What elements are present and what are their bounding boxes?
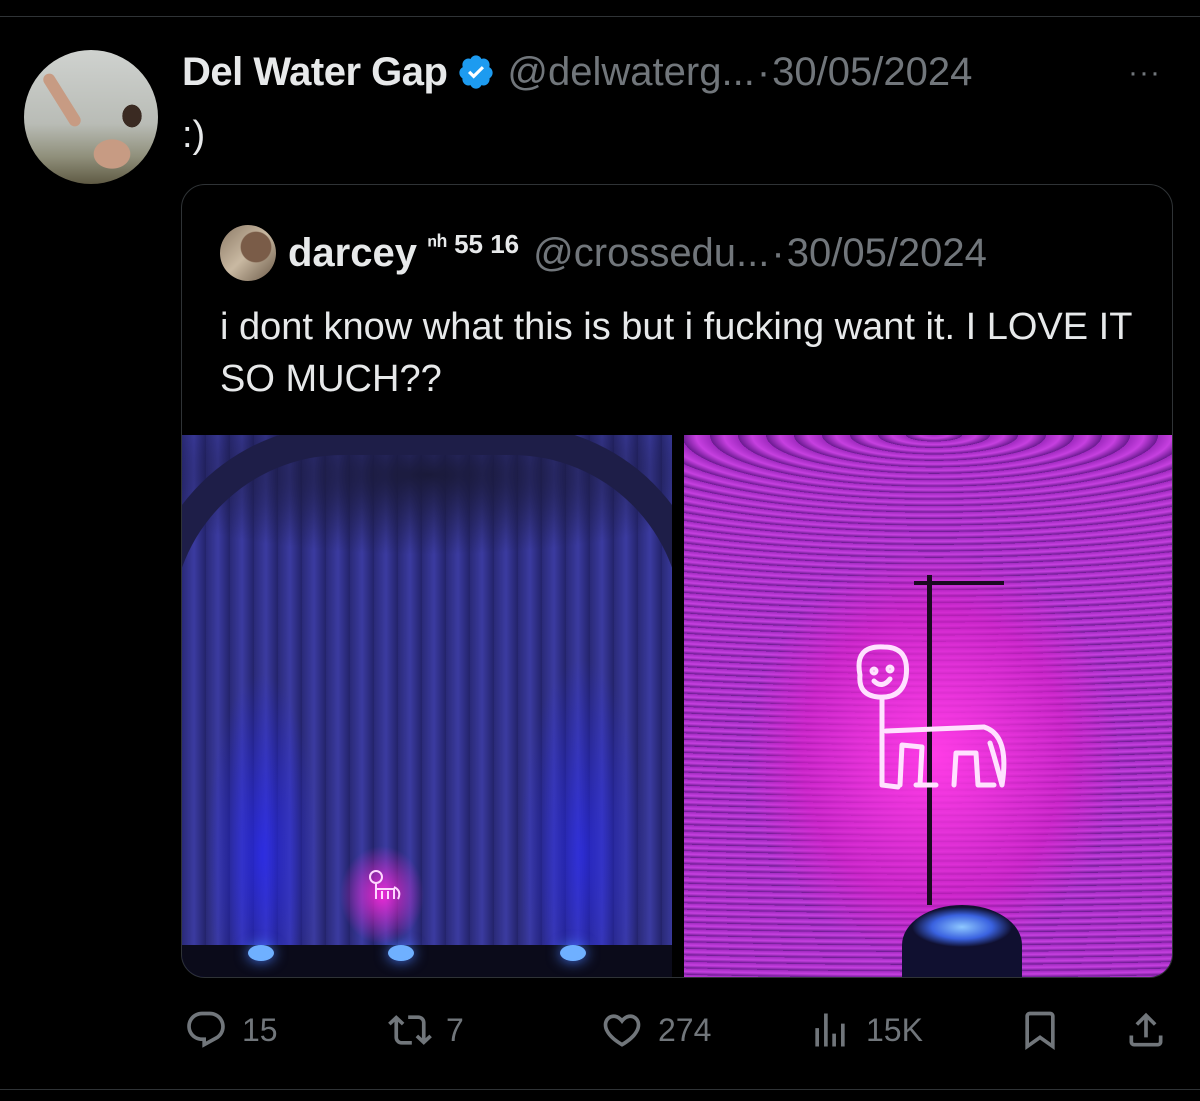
quoted-author-handle[interactable]: @crossedu... xyxy=(533,231,769,276)
share-icon xyxy=(1129,1012,1163,1047)
stage-light xyxy=(902,905,1022,977)
reply-icon xyxy=(187,1011,225,1048)
like-button[interactable]: 274 xyxy=(600,1000,711,1060)
author-name[interactable]: Del Water Gap xyxy=(182,50,448,95)
quoted-header: darcey ⁿʰ 55 16 @crossedu... · 30/05/202… xyxy=(220,225,987,281)
author-avatar[interactable] xyxy=(24,50,158,184)
share-button[interactable] xyxy=(1124,1000,1182,1060)
retweet-icon xyxy=(388,1015,432,1045)
more-icon[interactable]: ··· xyxy=(1128,56,1161,90)
separator-dot: · xyxy=(756,49,771,94)
bookmark-button[interactable] xyxy=(1018,1000,1076,1060)
like-count: 274 xyxy=(658,1011,712,1048)
tweet-date[interactable]: 30/05/2024 xyxy=(772,50,972,95)
quoted-text: i dont know what this is but i fucking w… xyxy=(220,306,1132,400)
bookmark-icon xyxy=(1025,1011,1055,1051)
reply-count: 15 xyxy=(242,1011,278,1048)
retweet-button[interactable]: 7 xyxy=(388,1000,464,1060)
retweet-count: 7 xyxy=(446,1011,464,1048)
views-icon xyxy=(815,1013,845,1047)
quoted-author-badge: ⁿʰ 55 16 xyxy=(426,229,520,259)
top-divider xyxy=(0,16,1200,17)
action-bar: 15 7 274 15K xyxy=(0,1000,1200,1060)
quoted-author-avatar[interactable] xyxy=(220,225,276,281)
tweet-header: Del Water Gap @delwaterg... · 30/05/2024 xyxy=(182,44,972,100)
stick-horse-drawing xyxy=(369,870,401,900)
like-icon xyxy=(603,1014,641,1047)
photo-stage-closeup[interactable] xyxy=(684,435,1172,977)
verified-badge-icon[interactable] xyxy=(457,53,495,91)
quoted-author-name[interactable]: darcey xyxy=(288,231,417,276)
views-button[interactable]: 15K xyxy=(808,1000,923,1060)
bottom-divider xyxy=(0,1089,1200,1090)
separator-dot: · xyxy=(771,230,785,275)
views-count: 15K xyxy=(866,1011,923,1048)
stick-horse-drawing xyxy=(856,644,1007,790)
photo-stage-wide[interactable] xyxy=(182,435,672,977)
tweet-text: :) xyxy=(182,114,206,156)
author-handle[interactable]: @delwaterg... xyxy=(507,50,754,95)
quoted-tweet[interactable]: darcey ⁿʰ 55 16 @crossedu... · 30/05/202… xyxy=(181,184,1173,978)
reply-button[interactable]: 15 xyxy=(184,1000,278,1060)
quoted-date[interactable]: 30/05/2024 xyxy=(787,231,987,276)
